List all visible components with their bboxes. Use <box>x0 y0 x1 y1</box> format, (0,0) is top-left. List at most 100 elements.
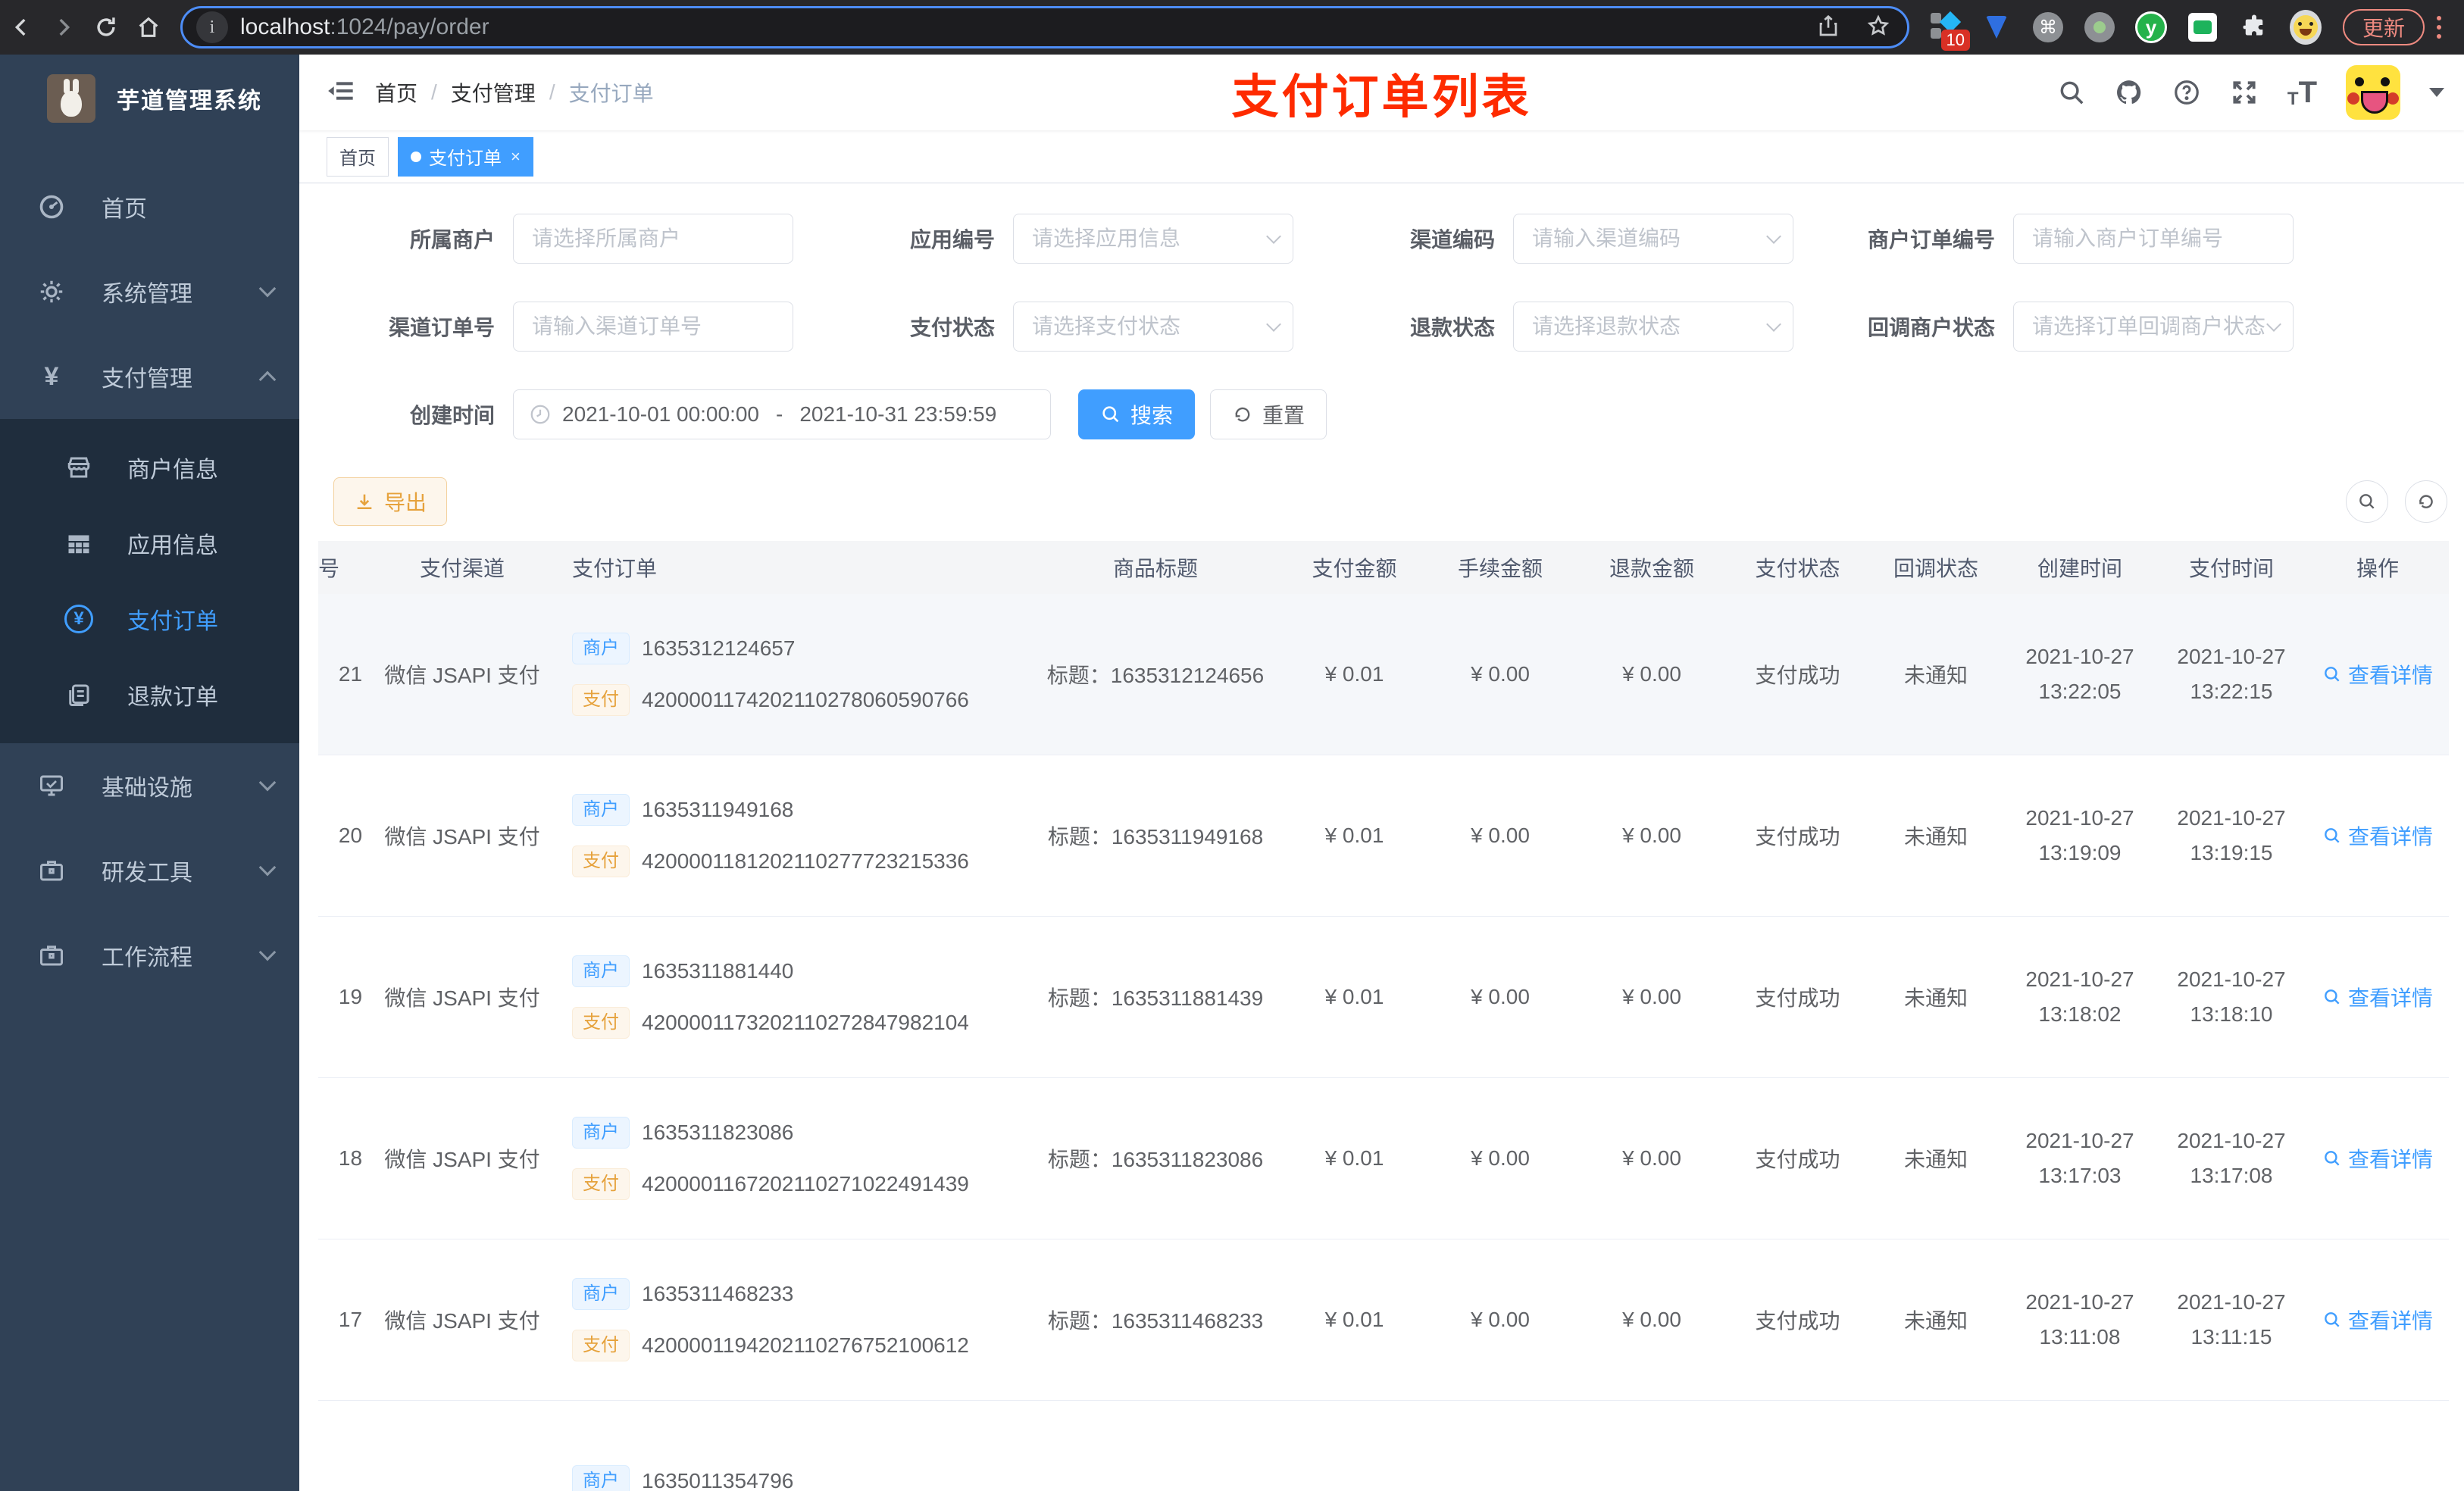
site-info-icon[interactable]: i <box>196 11 228 43</box>
search-icon <box>2325 1151 2340 1166</box>
pay-time: 2021-10-27 13:19:15 <box>2177 806 2286 864</box>
search-button[interactable]: 搜索 <box>1078 389 1196 439</box>
user-avatar[interactable] <box>2346 65 2400 120</box>
view-detail-link[interactable]: 查看详情 <box>2322 1143 2433 1174</box>
merchant-tag: 商户 <box>572 632 630 664</box>
table-row: 20 微信 JSAPI 支付 商户 1635311949168 支付 42000… <box>318 755 2449 917</box>
breadcrumb-home[interactable]: 首页 <box>375 77 417 108</box>
merchant-tag: 商户 <box>572 1465 630 1491</box>
sidebar-item-pay[interactable]: ¥ 支付管理 <box>0 334 299 419</box>
proxy-extension-icon[interactable]: 10 <box>1929 11 1970 51</box>
toggle-search-button[interactable] <box>2346 480 2388 523</box>
extension-badge: 10 <box>1940 30 1970 51</box>
app-select[interactable] <box>1013 214 1293 264</box>
font-size-icon[interactable]: TT <box>2287 76 2317 110</box>
actions-cell: 查看详情 <box>2307 659 2448 689</box>
pay-status-select[interactable] <box>1013 302 1293 352</box>
channel-code-select[interactable] <box>1513 214 1793 264</box>
tab-pay-order[interactable]: 支付订单 × <box>398 136 533 177</box>
merchant-order-no: 1635311949168 <box>642 797 794 821</box>
date-range-start: 2021-10-01 00:00:00 <box>562 402 759 426</box>
dot-extension-icon[interactable] <box>2084 11 2115 43</box>
address-bar[interactable]: i localhost:1024/pay/order <box>180 6 1909 48</box>
sidebar-item-system[interactable]: 系统管理 <box>0 249 299 334</box>
github-icon[interactable] <box>2115 78 2143 107</box>
profile-avatar-icon[interactable] <box>2290 10 2322 45</box>
table-row: 21 微信 JSAPI 支付 商户 1635312124657 支付 42000… <box>318 594 2449 755</box>
notify-status-select[interactable] <box>2013 302 2294 352</box>
pay-order-cell: 商户 1635311468233 支付 42000011942021102767… <box>542 1277 1027 1362</box>
search-icon[interactable] <box>2057 78 2086 107</box>
filter-label-refund-status: 退款状态 <box>1409 316 1495 339</box>
avatar-caret-icon[interactable] <box>2429 88 2444 97</box>
refund-status-select[interactable] <box>1513 302 1793 352</box>
product-title: 标题：1635311468233 <box>1047 1309 1264 1333</box>
view-detail-link[interactable]: 查看详情 <box>2322 982 2433 1012</box>
merchant-order-no-input[interactable] <box>2013 214 2294 264</box>
close-icon[interactable]: × <box>511 148 521 165</box>
table-row: 18 微信 JSAPI 支付 商户 1635311823086 支付 42000… <box>318 1078 2449 1239</box>
channel-order-no-input[interactable] <box>513 302 793 352</box>
help-icon[interactable] <box>2172 78 2201 107</box>
browser-update-button[interactable]: 更新 <box>2343 9 2425 45</box>
orders-table: 编号支付渠道支付订单商品标题支付金额手续金额退款金额支付状态回调状态创建时间支付… <box>318 541 2449 1491</box>
command-extension-icon[interactable]: ⌘ <box>2032 11 2064 43</box>
browser-reload-button[interactable] <box>85 6 127 48</box>
sidebar-item-merchant-info[interactable]: 商户信息 <box>0 430 299 505</box>
chevron-down-icon <box>258 858 277 877</box>
pay-amount: ¥ 0.01 <box>1324 1308 1384 1331</box>
clock-icon <box>530 405 550 424</box>
view-detail-link[interactable]: 查看详情 <box>2322 821 2433 851</box>
share-icon[interactable] <box>1816 14 1840 42</box>
table-row: 19 微信 JSAPI 支付 商户 1635311881440 支付 42000… <box>318 917 2449 1078</box>
browser-home-button[interactable] <box>127 6 170 48</box>
merchant-tag: 商户 <box>572 955 630 987</box>
table-header-row: 编号 支付渠道 支付订单 商品标题 支付金额 手续金额 退款金额 支付状态 回调状态 创建时间 支付… <box>318 541 2449 594</box>
sidebar-item-dev-tools[interactable]: 研发工具 <box>0 828 299 913</box>
fee-amount: ¥ 0.00 <box>1471 1308 1530 1331</box>
order-id: 21 <box>338 662 363 686</box>
page-content: 所属商户 应用编号 渠道编码 <box>299 183 2464 1491</box>
refresh-table-button[interactable] <box>2405 480 2447 523</box>
browser-forward-button[interactable] <box>42 6 85 48</box>
merchant-select[interactable] <box>513 214 793 264</box>
app-logo-row[interactable]: 芋道管理系统 <box>0 55 299 142</box>
pay-time: 2021-10-27 13:18:10 <box>2177 967 2286 1026</box>
top-navbar: 首页 / 支付管理 / 支付订单 支付订单列表 T T <box>299 55 2464 130</box>
search-icon <box>1102 406 1119 423</box>
view-detail-link[interactable]: 查看详情 <box>2322 1305 2433 1335</box>
pay-channel: 微信 JSAPI 支付 <box>384 986 540 1010</box>
breadcrumb-pay-mgmt[interactable]: 支付管理 <box>451 77 536 108</box>
reset-button[interactable]: 重置 <box>1210 389 1327 439</box>
view-detail-link[interactable]: 查看详情 <box>2322 659 2433 689</box>
briefcase-icon <box>36 855 67 886</box>
extensions-puzzle-icon[interactable] <box>2238 11 2270 43</box>
pay-order-no: 4200001167202110271022491439 <box>642 1172 969 1196</box>
create-time: 2021-10-27 13:11:08 <box>2025 1290 2134 1349</box>
merchant-order-no: 1635311823086 <box>642 1120 794 1144</box>
y-extension-icon[interactable]: y <box>2135 11 2167 43</box>
sidebar-item-infra[interactable]: 基础设施 <box>0 743 299 828</box>
merchant-tag: 商户 <box>572 1277 630 1310</box>
sidebar-item-refund-order[interactable]: 退款订单 <box>0 657 299 733</box>
filter-label-notify-status: 回调商户状态 <box>1867 316 1995 339</box>
tab-home[interactable]: 首页 <box>327 136 389 177</box>
browser-back-button[interactable] <box>0 6 42 48</box>
pay-channel: 微信 JSAPI 支付 <box>384 1148 540 1171</box>
sidebar-item-app-info[interactable]: 应用信息 <box>0 505 299 581</box>
sidebar-item-pay-order[interactable]: ¥ 支付订单 <box>0 581 299 657</box>
pay-status: 支付成功 <box>1755 825 1840 849</box>
sidebar-item-home[interactable]: 首页 <box>0 164 299 249</box>
sidebar-item-workflow[interactable]: 工作流程 <box>0 913 299 998</box>
pay-time: 2021-10-27 13:11:15 <box>2177 1290 2286 1349</box>
fullscreen-icon[interactable] <box>2230 78 2259 107</box>
browser-menu-icon[interactable] <box>2437 16 2442 39</box>
chat-extension-icon[interactable] <box>2187 11 2219 43</box>
sidebar-collapse-icon[interactable] <box>299 76 375 110</box>
export-button[interactable]: 导出 <box>333 477 448 526</box>
gem-extension-icon[interactable] <box>1981 11 2012 43</box>
bookmark-star-icon[interactable] <box>1866 14 1890 42</box>
create-time-range-picker[interactable]: 2021-10-01 00:00:00 - 2021-10-31 23:59:5… <box>513 389 1051 439</box>
refund-amount: ¥ 0.00 <box>1622 1308 1681 1331</box>
pay-tag: 支付 <box>572 1168 630 1201</box>
